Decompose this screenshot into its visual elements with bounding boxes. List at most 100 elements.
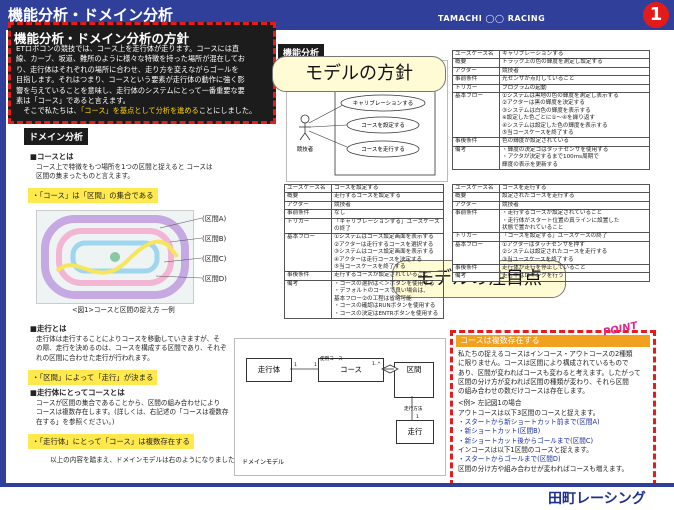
uml-multiplicity: 1 <box>294 362 297 368</box>
table-cell: 色の輝度が設定されている <box>499 137 650 147</box>
table-cell: 走行体が走行を停止していること <box>499 264 650 274</box>
table-cell: キャリブレーションする <box>499 49 650 60</box>
point-line: 区間の分け方が変われば区間の種類が変わり、それら区間 <box>458 377 629 386</box>
point-heading: コースは複数存在する <box>456 335 650 347</box>
table-cell: アクター <box>452 66 500 77</box>
policy-line: ETロボコンの競技では、コース上を走行体が走ります。コースには直 <box>16 44 240 53</box>
table-row: 事後条件 走行体が走行を停止していること <box>452 264 650 274</box>
table-cell: ・輝度の決定ゴはタッチセンサを使用する ・アクタが決定するまで100ms周期で … <box>499 145 650 171</box>
run-summary-band: ・「区間」によって「走行」が決まる <box>28 370 158 385</box>
point-body: 私たちの捉えるコースはインコース・アウトコースの2種類 に限りません。コースは区… <box>458 350 648 474</box>
table-cell: ユースケース名 <box>452 183 500 194</box>
table-cell: 事後条件 <box>452 137 500 147</box>
table-row: 概要 トラック上の色の輝度を測定し設定する <box>452 58 650 68</box>
text-line: 区間の集まったものと言えます。 <box>36 172 134 181</box>
policy-line: り、走行体はそれぞれの場所に合わせ、走り方を変えながらゴールを <box>16 64 239 74</box>
table-row: 事前条件 光センサが点灯していること <box>452 75 650 85</box>
table-cell: ①システムは黒地の色の輝度を測定し表示する ②アクターは黒の輝度を決定する ③シ… <box>499 92 650 139</box>
point-line: アウトコースは以下3区間のコースと捉えます。 <box>458 408 600 417</box>
policy-text: ことにしました。 <box>198 106 257 116</box>
course-heading: ■コースとは <box>30 152 74 161</box>
conclusion-text: 以上の内容を踏まえ、ドメインモデルは右のようになりました。 <box>50 456 242 464</box>
table-cell: 基本フロー <box>452 92 500 139</box>
table-cell: 設定されたコースを走行する <box>499 192 650 202</box>
table-row: アクター 競技者 <box>452 66 650 77</box>
point-line: ・スタートから新ショートカット前まで(区間A) <box>458 418 600 427</box>
usecase-label: コースを走行する <box>361 145 405 153</box>
table-row: 概要 設定されたコースを走行する <box>452 192 650 202</box>
table-row: 事前条件 なし <box>284 209 444 219</box>
table-cell: 競技者 <box>499 66 650 77</box>
uml-label-used-course: 使用コース <box>320 355 343 362</box>
table-row: トリガー 「コースを設定する」ユースケースの終了 <box>452 232 650 242</box>
policy-line: 素は「コース」であると言えます。 <box>16 96 130 106</box>
actor-figure <box>299 114 311 141</box>
table-body: ユースケース名 キャリブレーションする 概要 トラック上の色の輝度を測定し設定する … <box>452 49 650 171</box>
table-cell: 事前条件 <box>452 209 500 234</box>
domain-analysis-badge: ドメイン分析 <box>24 128 89 145</box>
table-cell: 概要 <box>452 58 500 68</box>
table-cell: ①アクターはタッチセンサを押す ②システムは設定されたコースを走行する ③当ユー… <box>499 240 650 266</box>
table-body: ユースケース名 コースを走行する 概要 設定されたコースを走行する アクター 競技者 … <box>452 183 650 282</box>
uml-multiplicity: 1..* <box>372 361 381 367</box>
run-heading: ■走行とは <box>30 324 67 333</box>
table-cell: ・走行するコースが設定されていること ・走行体がスタート位置の真ラインに設置した… <box>499 209 650 234</box>
table-row: トリガー 「キャリブレーションする」ユースケースの終了 <box>284 217 444 235</box>
uml-associations: 使用コース 走行方法 1..* 1 1 1 ドメインモデル <box>242 355 423 466</box>
point-line: ・スタートからゴールまで(区間D) <box>458 455 561 464</box>
table-cell: 「コースを設定する」ユースケースの終了 <box>499 232 650 242</box>
table-cell: トリガー <box>452 83 500 94</box>
course-text: コース上で特徴をもつ場所を1つの区間と捉えると コースは 区間の集まったものと言… <box>36 163 276 182</box>
team-logo: TAMACHI ◯◯ RACING <box>438 14 546 23</box>
circuit-label-leaders <box>155 217 203 279</box>
table-row: ユースケース名 コースを設定する <box>284 183 444 194</box>
table-row: 備考 走行中はロギングを行う <box>452 272 650 282</box>
model-policy-callout: モデルの方針 <box>272 56 446 92</box>
table-row: ユースケース名 コースを走行する <box>452 183 650 194</box>
table-row: 備考 ・コースの選択は＜＞ボタンを使用する ・デフォルトのコースで良い場合は、 基… <box>284 279 444 319</box>
point-line: 私たちの捉えるコースはインコース・アウトコースの2種類 <box>458 350 633 358</box>
table-cell: なし <box>331 209 444 219</box>
table-cell: 事前条件 <box>452 75 500 85</box>
table-cell: 競技者 <box>499 200 650 211</box>
table-cell: 事前条件 <box>284 209 332 219</box>
table-cell: コースを走行する <box>499 183 650 194</box>
usecase-table-calibrate: ユースケース名 キャリブレーションする 概要 トラック上の色の輝度を測定し設定する … <box>452 49 650 171</box>
body-heading: ■走行体にとってコースとは <box>30 388 125 397</box>
table-cell: 基本フロー <box>284 233 332 273</box>
table-cell: ・コースの選択は＜＞ボタンを使用する ・デフォルトのコースで良い場合は、 基本フ… <box>331 279 444 319</box>
policy-line: 響を与えていることを意味し、走行体のシステムにとって一番重要な要 <box>16 85 245 95</box>
table-row: 基本フロー ①アクターはタッチセンサを押す ②システムは設定されたコースを走行する… <box>452 240 650 266</box>
table-cell: アクター <box>452 200 500 211</box>
table-body: ユースケース名 コースを設定する 概要 走行するコースを設定する アクター 競技者 事… <box>284 183 444 319</box>
circuit-caption: <図1>コースと区間の捉え方 一例 <box>72 306 175 314</box>
table-cell: ①システムはコース設定画面を表示する ②アクターは走行するコースを選択する ③シ… <box>331 233 444 273</box>
table-cell: 備考 <box>452 272 500 282</box>
point-line: あり、区間が変わればコースも変わると考えます。したがって <box>458 368 641 377</box>
point-line: ・新ショートカット後からゴールまで(区間C) <box>458 436 594 445</box>
policy-line: 線、カーブ、坂道、難所のように様々な特徴を持った場所が混在してお <box>16 54 245 64</box>
table-row: アクター 競技者 <box>284 200 444 211</box>
table-row: 備考 ・輝度の決定ゴはタッチセンサを使用する ・アクタが決定するまで100ms周期… <box>452 145 650 171</box>
table-row: 事後条件 色の輝度が設定されている <box>452 137 650 147</box>
usecase-table-course-setting: ユースケース名 コースを設定する 概要 走行するコースを設定する アクター 競技者 事… <box>284 183 444 319</box>
body-summary-band: ・「走行体」にとって「コース」は複数存在する <box>28 434 194 449</box>
point-line: の組み合わせの数だけコースは存在します。 <box>458 387 589 396</box>
point-line: インコースは以下1区間のコースと捉えます。 <box>458 445 593 454</box>
uml-multiplicity: 1 <box>314 362 317 368</box>
table-cell: 光センサが点灯していること <box>499 75 650 85</box>
policy-text: そこで私たちは、 <box>23 106 81 116</box>
table-cell: トラック上の色の輝度を測定し設定する <box>499 58 650 68</box>
table-cell: 備考 <box>452 145 500 171</box>
table-cell: 走行中はロギングを行う <box>499 272 650 282</box>
table-cell: 走行するコースを設定する <box>331 192 444 202</box>
point-line: 区間の分け方や組み合わせが変わればコースも増えます。 <box>458 464 629 473</box>
uml-panel-title: ドメインモデル <box>242 458 284 466</box>
table-cell: 備考 <box>284 279 332 319</box>
policy-line-last: そこで私たちは、「コース」を基点として分析を進めることにしました。 <box>16 106 270 116</box>
uml-label-run-method: 走行方法 <box>404 405 423 412</box>
actor-label: 競技者 <box>297 145 314 153</box>
table-row: アクター 競技者 <box>452 200 650 211</box>
table-cell: 競技者 <box>331 200 444 211</box>
uml-multiplicity: 1 <box>416 414 419 420</box>
